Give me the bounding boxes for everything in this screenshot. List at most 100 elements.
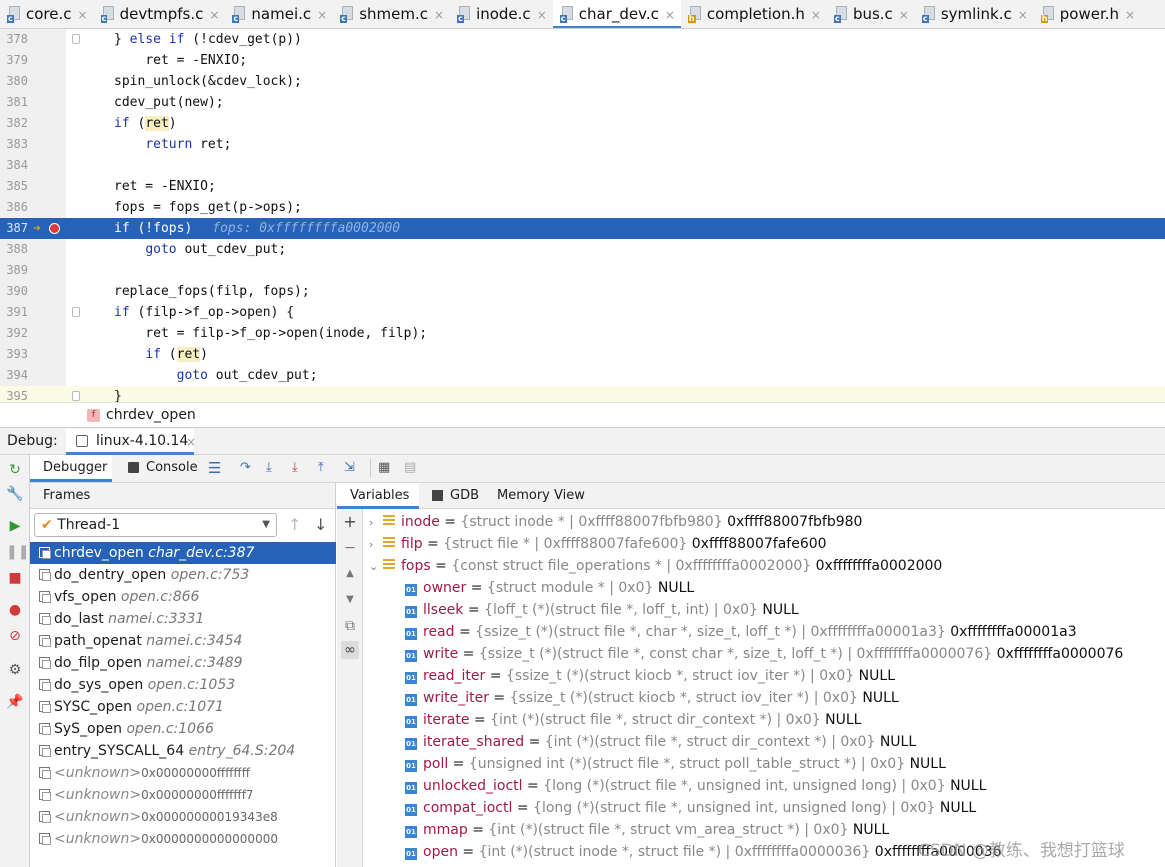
close-icon[interactable]: × bbox=[1125, 8, 1135, 22]
stack-frame[interactable]: do_last namei.c:3331 bbox=[30, 608, 336, 630]
file-c-icon: c bbox=[232, 6, 247, 23]
step-into-icon[interactable]: ⤓ bbox=[266, 455, 272, 481]
tab-power-h[interactable]: h power.h × bbox=[1034, 0, 1141, 28]
tab-gdb[interactable]: GDB bbox=[450, 483, 479, 508]
stack-frame[interactable]: SyS_open open.c:1066 bbox=[30, 718, 336, 740]
tab-completion-h[interactable]: h completion.h × bbox=[681, 0, 827, 28]
stack-frame[interactable]: SYSC_open open.c:1071 bbox=[30, 696, 336, 718]
close-icon[interactable]: × bbox=[537, 8, 547, 22]
close-icon[interactable]: × bbox=[78, 8, 88, 22]
run-to-cursor-icon[interactable]: ⇲ bbox=[344, 455, 355, 481]
tab-console[interactable]: Console bbox=[146, 455, 198, 481]
variable-row[interactable]: 01 iterate = {int (*)(struct file *, stru… bbox=[405, 709, 861, 731]
tab-inode-c[interactable]: c inode.c × bbox=[450, 0, 553, 28]
tab-bus-c[interactable]: c bus.c × bbox=[827, 0, 915, 28]
stack-frame[interactable]: <unknown>0x00000000fffffff7 bbox=[30, 784, 336, 806]
tab-core-c[interactable]: c core.c × bbox=[0, 0, 94, 28]
fold-marker-icon[interactable] bbox=[72, 307, 80, 317]
rerun-icon[interactable]: ↻ bbox=[6, 461, 24, 479]
previous-frame-icon[interactable]: ↑ bbox=[288, 515, 301, 534]
move-up-icon[interactable]: ▲ bbox=[341, 565, 359, 583]
layout-icon[interactable]: ▤ bbox=[404, 455, 416, 481]
variable-row[interactable]: 01 read_iter = {ssize_t (*)(struct kiocb … bbox=[405, 665, 895, 687]
equals-sign: = bbox=[485, 668, 506, 684]
stack-frame[interactable]: path_openat namei.c:3454 bbox=[30, 630, 336, 652]
close-icon[interactable]: × bbox=[186, 429, 196, 455]
next-frame-icon[interactable]: ↓ bbox=[314, 515, 327, 534]
settings-gear-icon[interactable]: ⚙ bbox=[6, 661, 24, 679]
variable-row[interactable]: 01 iterate_shared = {int (*)(struct file … bbox=[405, 731, 916, 753]
stack-frame[interactable]: entry_SYSCALL_64 entry_64.S:204 bbox=[30, 740, 336, 762]
variable-value: 0xffffffffa0002000 bbox=[815, 558, 943, 574]
close-icon[interactable]: × bbox=[811, 8, 821, 22]
variable-row[interactable]: 01 llseek = {loff_t (*)(struct file *, lo… bbox=[405, 599, 799, 621]
variable-row[interactable]: 01 unlocked_ioctl = {long (*)(struct file… bbox=[405, 775, 986, 797]
add-watch-icon[interactable]: + bbox=[341, 513, 359, 531]
step-over-icon[interactable]: ↷ bbox=[240, 455, 251, 481]
stack-frame[interactable]: do_sys_open open.c:1053 bbox=[30, 674, 336, 696]
stack-frame[interactable]: <unknown>0x0000000000000000 bbox=[30, 828, 336, 850]
close-icon[interactable]: × bbox=[1018, 8, 1028, 22]
variable-row[interactable]: 01 open = {int (*)(struct inode *, struct… bbox=[405, 841, 1002, 863]
evaluate-expression-icon[interactable]: ▦ bbox=[378, 455, 390, 481]
stack-frame[interactable]: do_filp_open namei.c:3489 bbox=[30, 652, 336, 674]
variable-row[interactable]: 01 write = {ssize_t (*)(struct file *, co… bbox=[405, 643, 1123, 665]
variable-row[interactable]: 01 compat_ioctl = {long (*)(struct file *… bbox=[405, 797, 976, 819]
code-editor[interactable]: 378} else if (!cdev_get(p))} else if (!c… bbox=[0, 29, 1165, 402]
close-icon[interactable]: × bbox=[317, 8, 327, 22]
stack-frame[interactable]: do_dentry_open open.c:753 bbox=[30, 564, 336, 586]
tab-memory-view[interactable]: Memory View bbox=[497, 483, 585, 508]
close-icon[interactable]: × bbox=[899, 8, 909, 22]
variable-row[interactable]: 01 poll = {unsigned int (*)(struct file *… bbox=[405, 753, 946, 775]
mute-breakpoints-icon[interactable]: ⊘ bbox=[6, 627, 24, 645]
debug-session-tab[interactable]: linux-4.10.14 × bbox=[66, 429, 196, 455]
code-line: 379 ret = -ENXIO; ret = -ENXIO; bbox=[0, 50, 1165, 71]
code-tokens: return ret; bbox=[145, 137, 232, 152]
remove-watch-icon[interactable]: − bbox=[341, 539, 359, 557]
tab-debugger[interactable]: Debugger bbox=[30, 455, 112, 482]
fold-marker-icon[interactable] bbox=[72, 34, 80, 44]
expand-arrow-icon[interactable]: › bbox=[369, 512, 383, 534]
tab-variables[interactable]: Variables bbox=[337, 483, 419, 509]
variable-row[interactable]: 01 write_iter = {ssize_t (*)(struct kiocb… bbox=[405, 687, 899, 709]
tab-devtmpfs-c[interactable]: c devtmpfs.c × bbox=[94, 0, 226, 28]
close-icon[interactable]: × bbox=[434, 8, 444, 22]
fold-marker-icon[interactable] bbox=[72, 391, 80, 401]
variable-row[interactable]: 01 owner = {struct module * | 0x0} NULL bbox=[405, 577, 694, 599]
tab-namei-c[interactable]: c namei.c × bbox=[225, 0, 333, 28]
tab-char-dev-c[interactable]: c char_dev.c × bbox=[552, 0, 681, 28]
glasses-icon[interactable]: ∞ bbox=[341, 641, 359, 659]
tab-symlink-c[interactable]: c symlink.c × bbox=[915, 0, 1034, 28]
step-out-icon[interactable]: ⤒ bbox=[318, 455, 324, 481]
variable-value: NULL bbox=[862, 690, 899, 706]
close-icon[interactable]: × bbox=[665, 8, 675, 22]
close-icon[interactable]: × bbox=[209, 8, 219, 22]
variable-row[interactable]: ⌄ fops = {const struct file_operations * … bbox=[369, 555, 942, 577]
stack-frame[interactable]: <unknown>0x00000000019343e8 bbox=[30, 806, 336, 828]
expand-arrow-icon[interactable]: › bbox=[369, 534, 383, 556]
pin-icon[interactable]: 📌 bbox=[6, 693, 24, 711]
view-breakpoints-icon[interactable]: ● bbox=[6, 601, 24, 619]
breakpoint-icon[interactable] bbox=[49, 223, 60, 234]
thread-selector[interactable]: ✔ Thread-1 ▼ bbox=[34, 513, 277, 537]
tab-shmem-c[interactable]: c shmem.c × bbox=[333, 0, 450, 28]
pause-icon[interactable]: ❚❚ bbox=[6, 543, 29, 561]
resume-icon[interactable]: ▶ bbox=[6, 517, 24, 535]
breadcrumb-function[interactable]: chrdev_open bbox=[106, 403, 196, 428]
stack-frame[interactable]: chrdev_open char_dev.c:387 bbox=[30, 542, 336, 564]
stack-frame[interactable]: vfs_open open.c:866 bbox=[30, 586, 336, 608]
copy-icon[interactable]: ⧉ bbox=[341, 617, 359, 635]
variable-row[interactable]: › inode = {struct inode * | 0xffff88007fb… bbox=[369, 511, 862, 533]
force-step-into-icon[interactable]: ⤓ bbox=[292, 455, 298, 481]
expand-arrow-icon[interactable]: ⌄ bbox=[369, 556, 383, 578]
stack-frame[interactable]: <unknown>0x00000000ffffffff bbox=[30, 762, 336, 784]
show-execution-point-icon[interactable]: ☰ bbox=[208, 455, 221, 481]
variable-row[interactable]: › filp = {struct file * | 0xffff88007fafe… bbox=[369, 533, 827, 555]
stop-icon[interactable]: ■ bbox=[6, 569, 24, 587]
wrench-icon[interactable]: 🔧 bbox=[6, 485, 24, 503]
variable-row[interactable]: 01 read = {ssize_t (*)(struct file *, cha… bbox=[405, 621, 1077, 643]
variable-row[interactable]: 01 mmap = {int (*)(struct file *, struct … bbox=[405, 819, 889, 841]
file-type-letter: c bbox=[232, 14, 240, 23]
move-down-icon[interactable]: ▼ bbox=[341, 591, 359, 609]
frame-function: do_dentry_open bbox=[54, 567, 167, 583]
